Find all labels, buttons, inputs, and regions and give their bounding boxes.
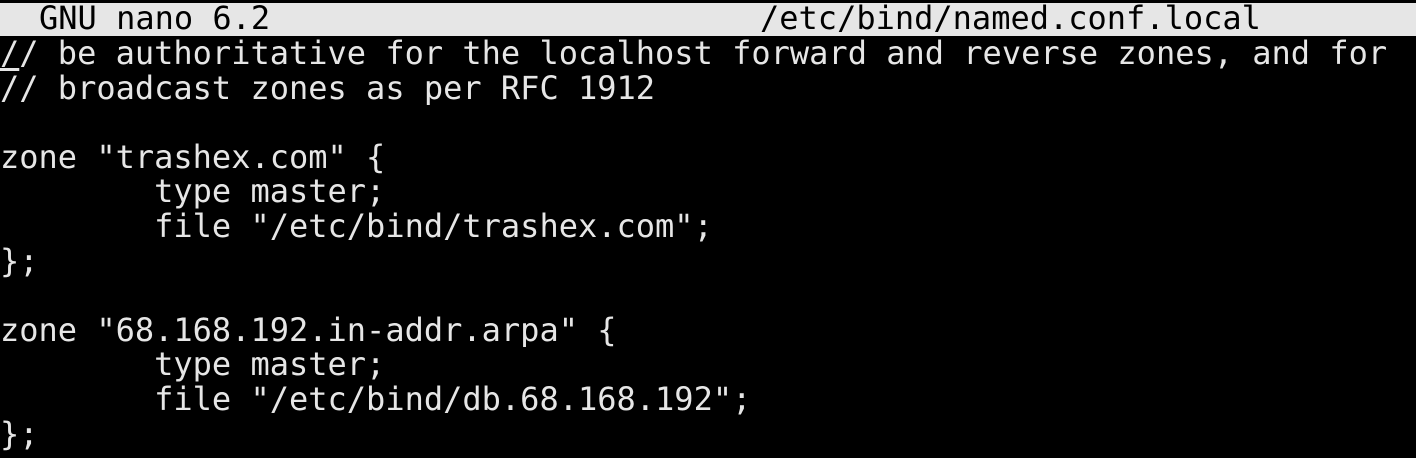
editor-line-11[interactable]: file "/etc/bind/db.68.168.192"; [0, 382, 1416, 417]
editor-line-7[interactable]: }; [0, 244, 1416, 279]
editor-line-5[interactable]: type master; [0, 174, 1416, 209]
editor-text-area[interactable]: // be authoritative for the localhost fo… [0, 36, 1416, 458]
editor-line-2[interactable]: // broadcast zones as per RFC 1912 [0, 71, 1416, 106]
editor-line-4[interactable]: zone "trashex.com" { [0, 140, 1416, 175]
nano-title-bar: GNU nano 6.2 /etc/bind/named.conf.local [0, 3, 1416, 36]
file-path-label: /etc/bind/named.conf.local [760, 3, 1261, 36]
editor-line-3[interactable] [0, 105, 1416, 140]
editor-line-10[interactable]: type master; [0, 347, 1416, 382]
editor-line-1-text: / be authoritative for the localhost for… [19, 36, 1388, 71]
editor-line-1[interactable]: // be authoritative for the localhost fo… [0, 36, 1416, 71]
editor-line-12[interactable]: }; [0, 417, 1416, 452]
editor-line-8[interactable] [0, 278, 1416, 313]
editor-line-6[interactable]: file "/etc/bind/trashex.com"; [0, 209, 1416, 244]
editor-line-9[interactable]: zone "68.168.192.in-addr.arpa" { [0, 313, 1416, 348]
editor-version-label: GNU nano 6.2 [39, 3, 271, 36]
text-cursor: / [0, 36, 20, 71]
terminal-window[interactable]: GNU nano 6.2 /etc/bind/named.conf.local … [0, 0, 1416, 458]
